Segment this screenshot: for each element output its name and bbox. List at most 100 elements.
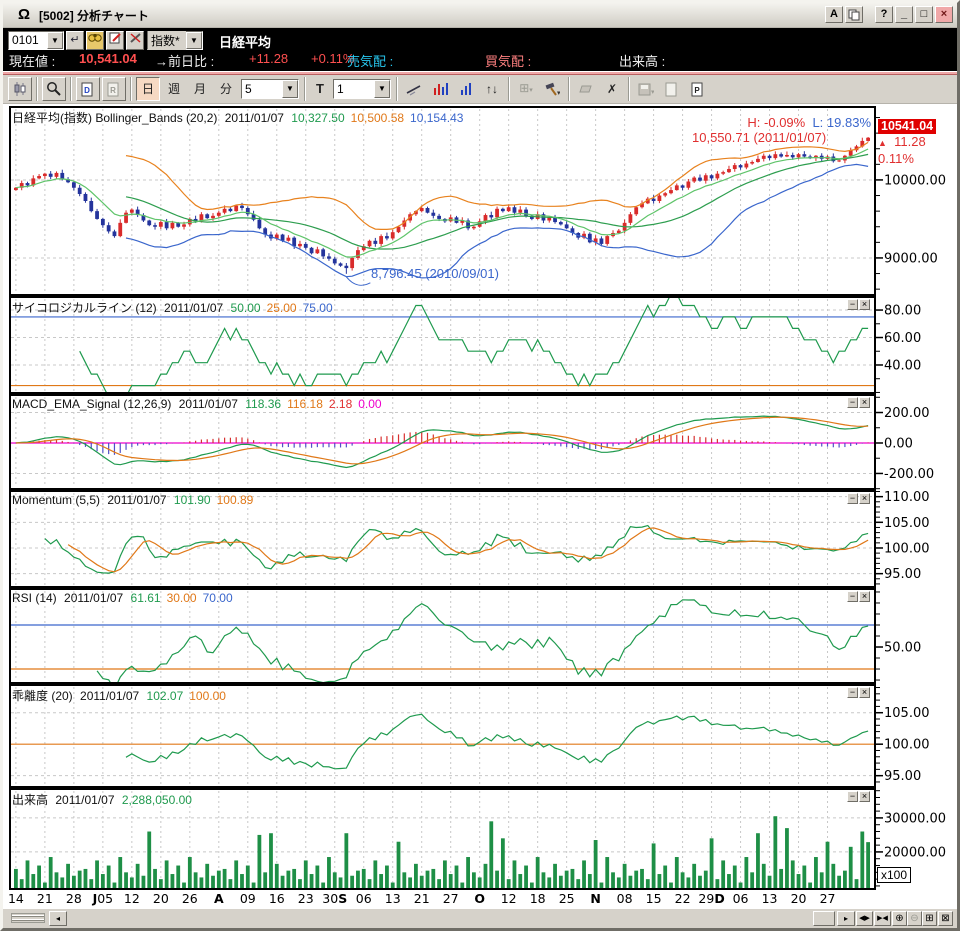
panel-minimize-button[interactable]: − [847, 397, 858, 408]
minimize-button[interactable]: _ [895, 6, 913, 23]
settings-tool-button[interactable]: ▾ [540, 77, 564, 101]
svg-text:105.00: 105.00 [884, 706, 930, 721]
panel-header-kairi: 乖離度 (20) 2011/01/07 102.07100.00 [12, 687, 232, 704]
indicator-value: 25.00 [267, 301, 297, 315]
chart-area[interactable]: 10000.009000.0080.0060.0040.00200.000.00… [3, 104, 957, 908]
last-price-badge: 10541.04 [878, 119, 936, 134]
expand-panels-button[interactable]: ◀▶ [856, 911, 873, 926]
chevron-down-icon[interactable]: ▼ [374, 80, 390, 98]
panel-close-button[interactable]: × [859, 687, 870, 698]
maximize-button[interactable]: □ [915, 6, 933, 23]
no-draw-icon [129, 32, 142, 44]
scroll-track-button[interactable] [813, 911, 835, 926]
svg-text:14: 14 [8, 891, 24, 906]
indicator-date: 2011/01/07 [55, 793, 114, 807]
panel-close-button[interactable]: × [859, 299, 870, 310]
volume-overlay-button[interactable] [454, 77, 478, 101]
svg-text:R: R [110, 86, 116, 95]
submit-code-button[interactable]: ↵ [66, 31, 84, 50]
panel-minimize-button[interactable]: − [847, 687, 858, 698]
collapse-panels-button[interactable]: ▶◀ [874, 911, 891, 926]
grid-layout-button[interactable]: ⊞▾ [514, 77, 538, 101]
bar-count-select[interactable]: 5 ▼ [241, 79, 299, 99]
copy-window-button[interactable] [845, 6, 863, 23]
edit-memo-button[interactable] [106, 31, 124, 50]
grid-view-button[interactable]: ⊞ [922, 911, 937, 926]
period-day-button[interactable]: 日 [136, 77, 160, 101]
panel-close-button[interactable]: × [859, 591, 870, 602]
delete-drawing-button[interactable]: ✗ [600, 77, 624, 101]
chart-type-button[interactable] [8, 77, 32, 101]
svg-text:0.00: 0.00 [884, 436, 913, 451]
save-button[interactable]: ▾ [634, 77, 658, 101]
zoom-out-button[interactable]: ⊖ [907, 911, 922, 926]
candlestick-icon [12, 81, 28, 97]
panel-close-button[interactable]: × [859, 791, 870, 802]
text-tool-button[interactable]: T [310, 77, 330, 101]
panel-close-button[interactable]: × [859, 397, 870, 408]
high-percent: H: -0.09% [747, 115, 805, 130]
close-panel-button[interactable]: ⊠ [938, 911, 953, 926]
chevron-down-icon[interactable]: ▼ [282, 80, 298, 98]
scroll-right-button[interactable]: ▸ [837, 911, 855, 926]
zoom-button[interactable] [42, 77, 66, 101]
panel-minimize-button[interactable]: − [847, 299, 858, 310]
svg-text:▾: ▾ [651, 89, 654, 96]
svg-text:09: 09 [240, 891, 256, 906]
print-button[interactable]: P [686, 77, 710, 101]
page-r-icon: R [107, 82, 121, 97]
close-button[interactable]: × [935, 6, 953, 23]
line-width-select[interactable]: 1 ▼ [333, 79, 391, 99]
indicator-title: MACD_EMA_Signal (12,26,9) [12, 397, 171, 411]
panel-minimize-button[interactable]: − [847, 791, 858, 802]
indicator-date: 2011/01/07 [107, 493, 166, 507]
zoom-in-button[interactable]: ⊕ [892, 911, 907, 926]
sort-updown-button[interactable]: ↑↓ [480, 77, 504, 101]
blue-bars-icon [460, 82, 473, 96]
panel-minimize-button[interactable]: − [847, 493, 858, 504]
indicator-title: 乖離度 (20) [12, 689, 73, 703]
copy-chart-button[interactable]: D [76, 77, 100, 101]
svg-text:20: 20 [791, 891, 807, 906]
svg-text:P: P [694, 86, 700, 95]
panel-minimize-button[interactable]: − [847, 591, 858, 602]
period-week-button[interactable]: 週 [162, 77, 186, 101]
divider [568, 77, 570, 101]
chevron-down-icon[interactable]: ▼ [186, 32, 202, 49]
chevron-down-icon[interactable]: ▼ [47, 32, 63, 49]
symbol-search-button[interactable] [86, 31, 104, 50]
period-minute-button[interactable]: 分 [214, 77, 238, 101]
compare-chart-button[interactable] [428, 77, 452, 101]
svg-text:40.00: 40.00 [884, 358, 921, 373]
svg-text:10000.00: 10000.00 [884, 173, 946, 188]
svg-text:50.00: 50.00 [884, 641, 921, 656]
draw-off-button[interactable] [126, 31, 144, 50]
svg-text:27: 27 [820, 891, 836, 906]
panel-close-button[interactable]: × [859, 493, 870, 504]
paste-chart-button[interactable]: R [102, 77, 126, 101]
red-blue-bars-icon [433, 82, 448, 96]
print-preview-button[interactable] [660, 77, 684, 101]
annotation-a-button[interactable]: A [825, 6, 843, 23]
period-month-button[interactable]: 月 [188, 77, 212, 101]
help-button[interactable]: ? [875, 6, 893, 23]
svg-text:13: 13 [762, 891, 778, 906]
indicator-date: 2011/01/07 [64, 591, 123, 605]
volume-label: 出来高 : [619, 51, 665, 70]
magnifier-icon [46, 81, 62, 97]
indicator-value: 100.89 [217, 493, 254, 507]
scroll-left-button[interactable]: ◂ [49, 911, 67, 926]
eraser-icon [578, 83, 594, 95]
h-scroll-thumb[interactable] [11, 913, 45, 923]
indicator-value: 10,327.50 [291, 111, 344, 125]
current-price-readout: 10541.04 ▲ 11.28 0.11% [878, 118, 936, 166]
trendline-button[interactable] [402, 77, 426, 101]
svg-text:13: 13 [385, 891, 401, 906]
category-select[interactable]: 指数* ▼ [147, 31, 203, 50]
symbol-code-input[interactable]: 0101 [9, 32, 47, 48]
svg-text:N: N [590, 891, 600, 906]
indicator-title: 出来高 [12, 793, 48, 807]
symbol-code-combo[interactable]: 0101 ▼ [8, 31, 64, 50]
svg-text:A: A [214, 891, 224, 906]
eraser-button[interactable] [574, 77, 598, 101]
